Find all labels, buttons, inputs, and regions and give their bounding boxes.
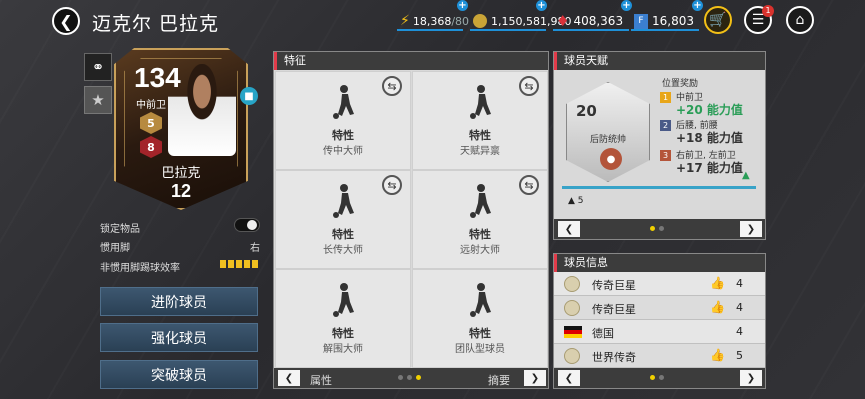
share-button[interactable]: ⚭	[84, 53, 112, 81]
legend-icon	[564, 300, 580, 316]
legend-icon	[564, 276, 580, 292]
gems-bar	[553, 29, 629, 31]
next-page-button[interactable]: ❯	[740, 221, 762, 237]
kicker-icon	[333, 283, 354, 317]
player-name: 巴拉克	[161, 166, 201, 181]
page-dots	[398, 375, 421, 380]
legend-icon	[564, 348, 580, 364]
germany-flag-icon	[564, 326, 582, 338]
foot-row: 惯用脚 右	[100, 243, 260, 254]
talent-footer: ❮ ❯	[554, 219, 765, 239]
kicker-icon	[470, 85, 491, 119]
share-icon: ⚭	[91, 58, 105, 76]
star-icon: ★	[91, 91, 105, 109]
traits-title: 特征	[274, 52, 548, 70]
list-item[interactable]: 传奇巨星 👍 4	[554, 296, 765, 320]
locked-row: 锁定物品	[100, 218, 260, 235]
trait-cell[interactable]: ⇆ 特性 长传大师	[275, 170, 411, 269]
points-counter: F 16,803 +	[634, 0, 703, 30]
add-gems-button[interactable]: +	[621, 0, 632, 11]
page-dots	[650, 375, 664, 380]
kicker-icon	[470, 283, 491, 317]
talent-panel: 球员天赋 20 后防统帅 ● 位置奖励 1 中前卫 +20 能力值 2 后腰, …	[553, 51, 766, 240]
summary-label: 摘要	[488, 374, 510, 387]
player-info-title: 球员信息	[554, 254, 765, 272]
home-button[interactable]: ⌂	[786, 6, 814, 34]
lock-toggle[interactable]	[234, 218, 260, 232]
top-bar: ❮ 迈克尔 巴拉克 ⚡ 18,368/80 + 1,150,581,980 + …	[0, 0, 865, 44]
trait-cell[interactable]: 特性 解围大师	[275, 269, 411, 368]
page-title: 迈克尔 巴拉克	[92, 13, 220, 35]
prev-page-button[interactable]: ❮	[558, 370, 580, 386]
weak-foot-meter	[220, 260, 260, 268]
list-item[interactable]: 德国 4	[554, 320, 765, 344]
trait-cell[interactable]: ⇆ 特性 远射大师	[412, 170, 548, 269]
lightning-icon: ⚡	[400, 13, 410, 29]
thumb-icon: 👍	[710, 276, 725, 290]
menu-button[interactable]: ☰ 1	[744, 5, 774, 34]
player-rating: 134	[134, 62, 181, 93]
stamina-counter: ⚡ 18,368/80 +	[400, 0, 470, 29]
trait-cell[interactable]: ⇆ 特性 传中大师	[275, 71, 411, 170]
cart-icon: 🛒	[709, 12, 727, 28]
player-position: 中前卫	[136, 100, 166, 111]
shirt-icon: ■	[244, 90, 254, 102]
list-item[interactable]: 传奇巨星 👍 4	[554, 272, 765, 296]
next-page-button[interactable]: ❯	[740, 370, 762, 386]
shop-button[interactable]: 🛒	[704, 6, 732, 34]
kicker-icon	[333, 85, 354, 119]
player-card: 134 中前卫 5 8 巴拉克 12	[114, 48, 248, 210]
notification-badge: 1	[762, 5, 774, 17]
swap-icon[interactable]: ⇆	[382, 76, 402, 96]
attributes-label: 属性	[310, 374, 332, 387]
coin-icon	[473, 14, 487, 28]
player-level: 12	[170, 181, 192, 201]
reward-heading: 位置奖励	[662, 79, 699, 89]
chevron-left-icon: ❮	[59, 11, 73, 31]
trait-cell[interactable]: 特性 团队型球员	[412, 269, 548, 368]
upgrade-player-button[interactable]: 进阶球员	[100, 287, 258, 316]
add-points-button[interactable]: +	[692, 0, 703, 11]
coins-bar	[470, 29, 546, 31]
stamina-bar	[397, 29, 463, 31]
traits-panel: 特征 ⇆ 特性 传中大师 ⇆ 特性 天赋异禀 ⇆ 特性 长传大师 ⇆ 特性 远射…	[273, 51, 549, 389]
talent-caption: 后防统帅	[590, 135, 627, 145]
player-info-list: 传奇巨星 👍 4 传奇巨星 👍 4 德国 4 世界传奇 👍 5	[554, 272, 765, 370]
back-button[interactable]: ❮	[52, 7, 80, 35]
add-stamina-button[interactable]: +	[457, 0, 468, 11]
swap-icon[interactable]: ⇆	[382, 175, 402, 195]
player-info-panel: 球员信息 传奇巨星 👍 4 传奇巨星 👍 4 德国 4 世界传奇 👍 5 ❮ ❯	[553, 253, 766, 389]
kicker-icon	[333, 184, 354, 218]
kit-button[interactable]: ■	[240, 87, 258, 105]
points-bar	[631, 29, 699, 31]
talent-badge-icon: ●	[600, 148, 622, 170]
gems-counter: ♦ 408,363 +	[556, 0, 632, 30]
talent-progress-bar	[562, 186, 756, 189]
fifa-points-icon: F	[634, 13, 648, 29]
swap-icon[interactable]: ⇆	[519, 175, 539, 195]
enhance-player-button[interactable]: 强化球员	[100, 323, 258, 352]
next-page-button[interactable]: ❯	[524, 370, 546, 386]
player-info-footer: ❮ ❯	[554, 368, 765, 388]
prev-page-button[interactable]: ❮	[558, 221, 580, 237]
swap-icon[interactable]: ⇆	[519, 76, 539, 96]
favorite-button[interactable]: ★	[84, 86, 112, 114]
talent-title: 球员天赋	[554, 52, 765, 70]
chevron-up-icon: ▲	[742, 170, 750, 181]
talent-number: 20	[576, 102, 597, 120]
thumb-icon: 👍	[710, 348, 725, 362]
traits-footer: ❮ 属性 摘要 ❯	[274, 368, 548, 388]
trait-cell[interactable]: ⇆ 特性 天赋异禀	[412, 71, 548, 170]
breakthrough-player-button[interactable]: 突破球员	[100, 360, 258, 389]
kicker-icon	[470, 184, 491, 218]
page-dots	[650, 226, 664, 231]
gem-icon: ♦	[556, 12, 570, 30]
home-icon: ⌂	[795, 12, 805, 28]
prev-page-button[interactable]: ❮	[278, 370, 300, 386]
add-coins-button[interactable]: +	[536, 0, 547, 11]
thumb-icon: 👍	[710, 300, 725, 314]
talent-small-value: ▲ 5	[568, 196, 584, 206]
weak-foot-row: 非惯用脚踢球效率	[100, 259, 260, 274]
list-item[interactable]: 世界传奇 👍 5	[554, 344, 765, 368]
